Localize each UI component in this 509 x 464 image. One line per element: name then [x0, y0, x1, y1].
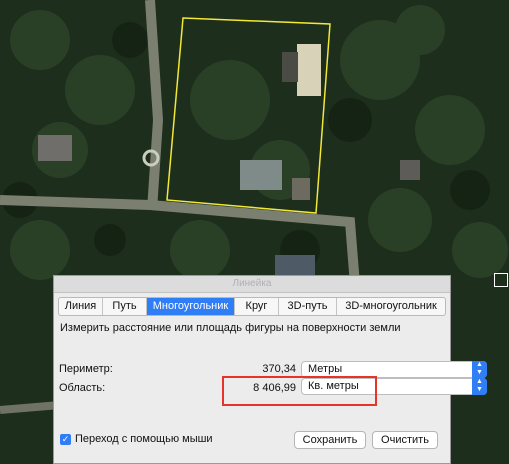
- measure-tabs: Линия Путь Многоугольник Круг 3D-путь 3D…: [58, 297, 446, 316]
- tab-line[interactable]: Линия: [59, 298, 103, 315]
- map-drag-handle[interactable]: [494, 273, 508, 287]
- tab-circle[interactable]: Круг: [235, 298, 279, 315]
- perimeter-unit-value: Метры: [308, 363, 343, 375]
- area-label: Область:: [59, 382, 106, 394]
- description-text: Измерить расстояние или площадь фигуры н…: [60, 322, 401, 334]
- dialog-title: Линейка: [54, 276, 450, 293]
- select-arrows-icon: ▲ ▼: [472, 361, 487, 378]
- mouse-navigation-label: Переход с помощью мыши: [75, 433, 213, 445]
- area-highlight-box: [222, 376, 377, 406]
- perimeter-label: Периметр:: [59, 363, 113, 375]
- save-button[interactable]: Сохранить: [294, 431, 366, 449]
- tab-polygon[interactable]: Многоугольник: [147, 298, 235, 315]
- mouse-navigation-checkbox[interactable]: ✓: [60, 434, 71, 445]
- tab-3d-path[interactable]: 3D-путь: [279, 298, 337, 315]
- select-arrows-icon: ▲ ▼: [472, 378, 487, 395]
- tab-path[interactable]: Путь: [103, 298, 147, 315]
- perimeter-value: 370,34: [262, 363, 296, 375]
- clear-button[interactable]: Очистить: [372, 431, 438, 449]
- tab-3d-polygon[interactable]: 3D-многоугольник: [337, 298, 445, 315]
